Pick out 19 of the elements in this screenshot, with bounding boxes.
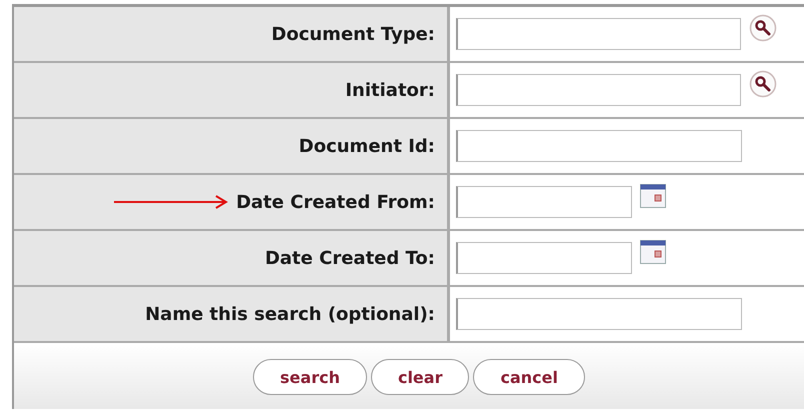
field-label: Date Created To: xyxy=(264,248,435,268)
field-label: Name this search (optional): xyxy=(145,304,435,324)
input-field[interactable] xyxy=(456,18,741,50)
search-icon[interactable] xyxy=(749,14,777,42)
field-label: Date Created From: xyxy=(236,192,435,212)
input-field[interactable] xyxy=(456,242,632,274)
form-button[interactable]: clear xyxy=(370,359,470,395)
calendar-icon[interactable] xyxy=(640,184,666,208)
field-label: Initiator: xyxy=(345,80,435,100)
form-button[interactable]: search xyxy=(253,359,367,395)
field-label: Document Id: xyxy=(298,136,435,156)
input-field[interactable] xyxy=(456,298,742,330)
search-icon[interactable] xyxy=(749,70,777,98)
input-field[interactable] xyxy=(456,130,742,162)
calendar-icon[interactable] xyxy=(640,240,666,264)
input-field[interactable] xyxy=(456,74,741,106)
input-field[interactable] xyxy=(456,186,632,218)
field-label: Document Type: xyxy=(271,24,435,44)
form-button[interactable]: cancel xyxy=(473,359,585,395)
